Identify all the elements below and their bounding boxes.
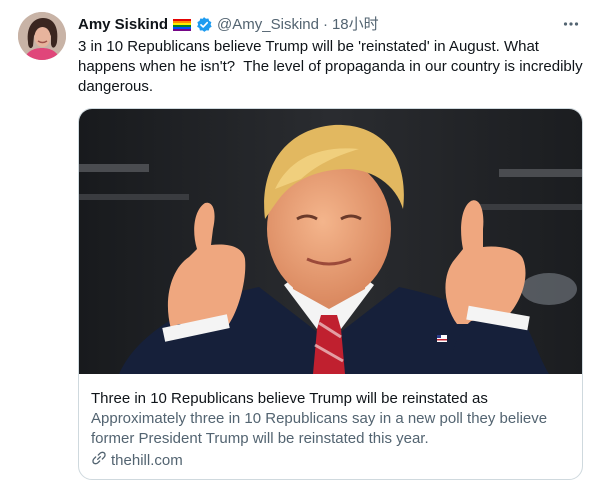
tweet-timestamp[interactable]: 18小时 (332, 15, 379, 35)
author-name[interactable]: Amy Siskind (78, 15, 168, 35)
card-image[interactable] (79, 109, 582, 374)
avatar[interactable] (18, 12, 66, 60)
link-icon (91, 450, 111, 472)
card-domain[interactable]: thehill.com (91, 450, 183, 472)
card-domain-text[interactable]: thehill.com (111, 451, 183, 471)
link-card[interactable]: Three in 10 Republicans believe Trump wi… (78, 108, 583, 480)
tweet-header: Amy Siskind @Amy_Siskind · 18小时 (78, 15, 581, 35)
rainbow-flag-icon (173, 19, 192, 31)
more-options-icon[interactable] (561, 14, 581, 34)
verified-badge-icon (195, 16, 213, 34)
card-description: Approximately three in 10 Republicans sa… (91, 410, 548, 447)
tweet-text: 3 in 10 Republicans believe Trump will b… (78, 38, 587, 95)
author-handle[interactable]: @Amy_Siskind (217, 15, 319, 35)
card-title[interactable]: Three in 10 Republicans believe Trump wi… (91, 389, 571, 409)
separator-dot: · (322, 16, 328, 33)
tweet[interactable]: Amy Siskind @Amy_Siskind · 18小时 3 in 10 … (0, 0, 601, 488)
